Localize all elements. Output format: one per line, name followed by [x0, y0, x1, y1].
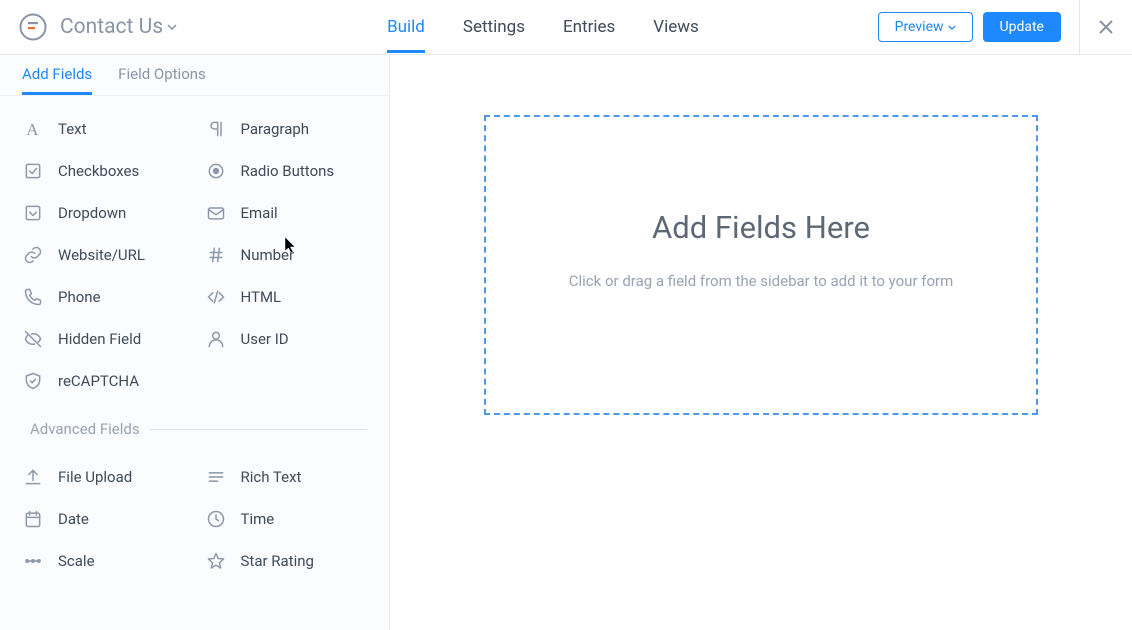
field-item-checkboxes[interactable]: Checkboxes [12, 150, 195, 192]
field-item-label: Text [58, 120, 87, 138]
form-title-dropdown[interactable]: Contact Us [60, 15, 177, 39]
field-item-file-upload[interactable]: File Upload [12, 456, 195, 498]
field-item-label: Date [58, 510, 89, 528]
text-icon: A [22, 118, 44, 140]
field-item-phone[interactable]: Phone [12, 276, 195, 318]
basic-fields-grid: A Text Paragraph Checkboxes Radio Buttons Dro… [0, 96, 389, 414]
time-icon [205, 508, 227, 530]
hash-icon [205, 244, 227, 266]
field-item-hidden-field[interactable]: Hidden Field [12, 318, 195, 360]
date-icon [22, 508, 44, 530]
close-button[interactable] [1098, 19, 1114, 35]
eye-off-icon [22, 328, 44, 350]
tab-entries[interactable]: Entries [563, 1, 615, 53]
update-button[interactable]: Update [983, 12, 1061, 42]
top-bar: Contact Us Build Settings Entries Views … [0, 0, 1132, 55]
tab-build[interactable]: Build [387, 1, 425, 53]
shield-icon [22, 370, 44, 392]
field-item-dropdown[interactable]: Dropdown [12, 192, 195, 234]
advanced-fields-grid: File Upload Rich Text Date Time Scale Star Ra… [0, 444, 389, 594]
phone-icon [22, 286, 44, 308]
code-icon [205, 286, 227, 308]
field-item-label: Website/URL [58, 246, 145, 264]
tab-views[interactable]: Views [653, 1, 699, 53]
app-logo-icon [18, 12, 48, 42]
drop-zone[interactable]: Add Fields Here Click or drag a field fr… [484, 115, 1038, 415]
checkbox-icon [22, 160, 44, 182]
tab-settings[interactable]: Settings [463, 1, 525, 53]
dropzone-heading: Add Fields Here [652, 209, 870, 246]
field-item-time[interactable]: Time [195, 498, 378, 540]
sidebar-tab-add-fields[interactable]: Add Fields [22, 65, 92, 95]
sidebar-tabs: Add Fields Field Options [0, 55, 389, 96]
field-item-date[interactable]: Date [12, 498, 195, 540]
field-item-recaptcha[interactable]: reCAPTCHA [12, 360, 195, 402]
form-canvas: Add Fields Here Click or drag a field fr… [390, 55, 1132, 630]
sidebar-tab-field-options[interactable]: Field Options [118, 65, 206, 95]
field-item-label: Phone [58, 288, 101, 306]
field-item-label: Paragraph [241, 120, 310, 138]
field-item-label: Email [241, 204, 278, 222]
field-item-website-url[interactable]: Website/URL [12, 234, 195, 276]
caret-down-icon [167, 24, 177, 30]
field-item-label: User ID [241, 330, 289, 348]
preview-label: Preview [895, 19, 944, 35]
divider-line [150, 429, 367, 430]
field-item-star-rating[interactable]: Star Rating [195, 540, 378, 582]
cursor-icon [284, 236, 296, 254]
field-item-label: reCAPTCHA [58, 372, 139, 390]
field-item-label: Scale [58, 552, 95, 570]
field-item-radio-buttons[interactable]: Radio Buttons [195, 150, 378, 192]
advanced-section-text: Advanced Fields [30, 420, 140, 438]
form-title-text: Contact Us [60, 15, 163, 39]
star-icon [205, 550, 227, 572]
field-item-label: Dropdown [58, 204, 126, 222]
fields-sidebar: Add Fields Field Options A Text Paragraph C… [0, 55, 390, 630]
field-item-label: File Upload [58, 468, 132, 486]
workspace: Add Fields Field Options A Text Paragraph C… [0, 55, 1132, 630]
richtext-icon [205, 466, 227, 488]
advanced-section-label: Advanced Fields [0, 420, 389, 444]
field-item-html[interactable]: HTML [195, 276, 378, 318]
vertical-divider [1079, 0, 1080, 55]
email-icon [205, 202, 227, 224]
dropdown-icon [22, 202, 44, 224]
field-item-label: Rich Text [241, 468, 302, 486]
field-item-email[interactable]: Email [195, 192, 378, 234]
field-item-paragraph[interactable]: Paragraph [195, 108, 378, 150]
field-item-text[interactable]: A Text [12, 108, 195, 150]
radio-icon [205, 160, 227, 182]
caret-down-icon [948, 25, 956, 30]
field-item-label: HTML [241, 288, 282, 306]
user-icon [205, 328, 227, 350]
field-item-scale[interactable]: Scale [12, 540, 195, 582]
upload-icon [22, 466, 44, 488]
main-nav-tabs: Build Settings Entries Views [387, 1, 699, 53]
scale-icon [22, 550, 44, 572]
update-label: Update [1000, 19, 1044, 35]
field-item-label: Hidden Field [58, 330, 141, 348]
dropzone-subtext: Click or drag a field from the sidebar t… [569, 272, 954, 290]
preview-button[interactable]: Preview [878, 12, 973, 42]
field-item-label: Star Rating [241, 552, 314, 570]
field-item-label: Time [241, 510, 275, 528]
paragraph-icon [205, 118, 227, 140]
link-icon [22, 244, 44, 266]
field-item-user-id[interactable]: User ID [195, 318, 378, 360]
field-item-rich-text[interactable]: Rich Text [195, 456, 378, 498]
svg-text:A: A [26, 120, 38, 139]
field-item-label: Checkboxes [58, 162, 139, 180]
field-item-label: Radio Buttons [241, 162, 335, 180]
